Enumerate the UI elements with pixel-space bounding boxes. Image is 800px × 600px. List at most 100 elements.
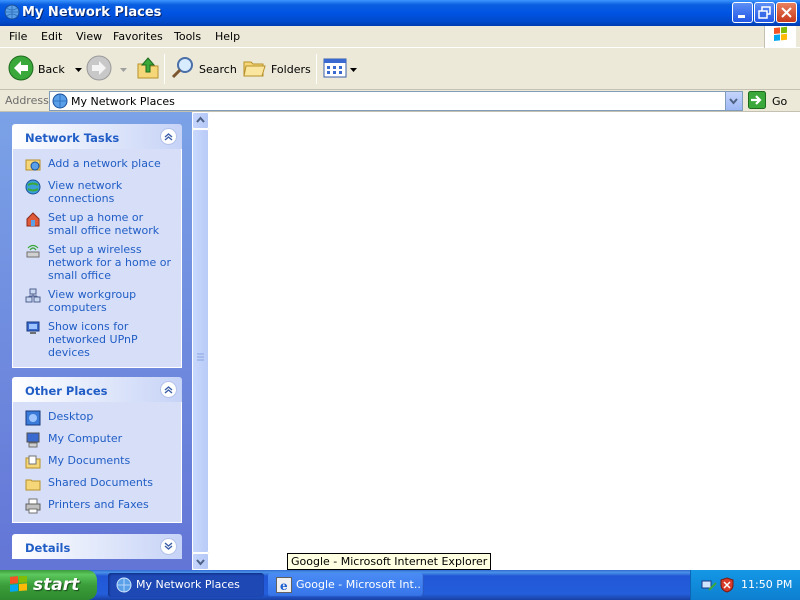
other-places-panel: Other Places Desktop My Computer My Docu…: [12, 377, 182, 523]
task-view-workgroup-computers[interactable]: View workgroup computers: [25, 288, 175, 314]
menu-view[interactable]: View: [76, 30, 102, 43]
toolbar: Back Search Folders: [0, 48, 800, 90]
task-label: Show icons for networked UPnP devices: [48, 320, 138, 359]
scroll-up-button[interactable]: [192, 112, 209, 129]
place-my-documents[interactable]: My Documents: [25, 454, 175, 470]
views-dropdown-icon[interactable]: [350, 63, 357, 76]
go-button[interactable]: Go: [748, 90, 788, 112]
task-setup-home-network[interactable]: Set up a home or small office network: [25, 211, 175, 237]
back-label: Back: [38, 62, 65, 76]
my-documents-icon: [25, 454, 41, 470]
search-icon: [171, 56, 195, 83]
forward-button[interactable]: [86, 54, 127, 84]
windows-logo-icon: [764, 26, 796, 48]
security-shield-icon[interactable]: [720, 577, 734, 596]
back-dropdown-icon[interactable]: [74, 63, 82, 76]
toolbar-separator: [316, 54, 317, 84]
svg-text:e: e: [280, 579, 288, 593]
network-places-icon: [116, 577, 132, 596]
upnp-icon: [25, 320, 41, 336]
place-printers-and-faxes[interactable]: Printers and Faxes: [25, 498, 175, 514]
expand-chevron-icon[interactable]: [160, 538, 177, 555]
printer-icon: [25, 498, 41, 514]
minimize-button[interactable]: [732, 2, 753, 23]
other-places-header[interactable]: Other Places: [12, 377, 182, 402]
address-dropdown-button[interactable]: [725, 92, 742, 110]
my-computer-icon: [25, 432, 41, 448]
details-title: Details: [25, 541, 71, 555]
back-button[interactable]: Back: [8, 54, 82, 84]
collapse-chevron-icon[interactable]: [160, 128, 177, 145]
task-show-upnp-icons[interactable]: Show icons for networked UPnP devices: [25, 320, 175, 359]
network-tasks-title: Network Tasks: [25, 131, 120, 145]
start-button[interactable]: start: [0, 570, 97, 600]
collapse-chevron-icon[interactable]: [160, 381, 177, 398]
place-label: Printers and Faxes: [48, 498, 149, 511]
task-label: Set up a home or small office network: [48, 211, 160, 237]
title-bar: My Network Places: [0, 0, 800, 26]
menu-edit[interactable]: Edit: [41, 30, 62, 43]
taskbar-button-my-network-places[interactable]: My Network Places: [108, 573, 264, 597]
network-tasks-body: Add a network place View network connect…: [12, 149, 182, 368]
restore-button[interactable]: [754, 2, 775, 23]
forward-dropdown-icon[interactable]: [120, 63, 127, 76]
taskbar-tooltip: Google - Microsoft Internet Explorer: [287, 553, 492, 570]
other-places-title: Other Places: [25, 384, 108, 398]
place-desktop[interactable]: Desktop: [25, 410, 175, 426]
menu-favorites[interactable]: Favorites: [113, 30, 163, 43]
place-label: Desktop: [48, 410, 94, 423]
folders-button[interactable]: Folders: [243, 54, 311, 84]
task-pane: Network Tasks Add a network place View n…: [0, 112, 192, 570]
folders-label: Folders: [271, 62, 311, 76]
place-label: Shared Documents: [48, 476, 153, 489]
network-places-icon: [4, 4, 20, 20]
folder-content-area[interactable]: [209, 112, 800, 570]
forward-arrow-icon: [86, 55, 112, 84]
task-label: View network connections: [48, 179, 123, 205]
address-value: My Network Places: [71, 95, 175, 108]
network-tasks-panel: Network Tasks Add a network place View n…: [12, 124, 182, 368]
views-icon: [323, 57, 347, 82]
shared-documents-icon: [25, 476, 41, 492]
task-view-network-connections[interactable]: View network connections: [25, 179, 175, 205]
search-button[interactable]: Search: [171, 54, 237, 84]
network-tray-icon[interactable]: [701, 577, 717, 596]
place-my-computer[interactable]: My Computer: [25, 432, 175, 448]
back-arrow-icon: [8, 55, 34, 84]
network-connections-icon: [25, 179, 41, 195]
taskbar-button-internet-explorer[interactable]: e Google - Microsoft Int...: [268, 573, 424, 597]
menu-tools[interactable]: Tools: [174, 30, 201, 43]
task-add-network-place[interactable]: Add a network place: [25, 157, 175, 173]
network-tasks-header[interactable]: Network Tasks: [12, 124, 182, 149]
menu-help[interactable]: Help: [215, 30, 240, 43]
desktop-icon: [25, 410, 41, 426]
menu-file[interactable]: File: [9, 30, 27, 43]
system-tray: 11:50 PM: [690, 570, 800, 600]
internet-explorer-icon: e: [276, 577, 292, 596]
clock: 11:50 PM: [741, 578, 793, 591]
address-bar: Address My Network Places Go: [0, 90, 800, 112]
search-label: Search: [199, 62, 237, 76]
workgroup-icon: [25, 288, 41, 304]
folders-icon: [243, 57, 267, 82]
go-arrow-icon: [748, 90, 766, 112]
up-folder-icon: [136, 55, 160, 84]
add-network-place-icon: [25, 157, 41, 173]
close-button[interactable]: [776, 2, 797, 23]
other-places-body: Desktop My Computer My Documents Shared …: [12, 402, 182, 523]
details-header[interactable]: Details: [12, 534, 182, 559]
address-input[interactable]: My Network Places: [49, 91, 743, 111]
views-button[interactable]: [323, 54, 357, 84]
scroll-thumb[interactable]: [192, 129, 209, 553]
go-label: Go: [772, 94, 788, 108]
scroll-down-button[interactable]: [192, 553, 209, 570]
task-label: Set up a wireless network for a home or …: [48, 243, 171, 282]
task-setup-wireless-network[interactable]: Set up a wireless network for a home or …: [25, 243, 175, 282]
start-label: start: [33, 575, 80, 595]
task-label: View workgroup computers: [48, 288, 137, 314]
place-shared-documents[interactable]: Shared Documents: [25, 476, 175, 492]
taskbar-button-label: My Network Places: [136, 578, 240, 591]
up-folder-button[interactable]: [136, 54, 160, 84]
task-label: Add a network place: [48, 157, 161, 170]
task-pane-scrollbar[interactable]: [192, 112, 209, 570]
